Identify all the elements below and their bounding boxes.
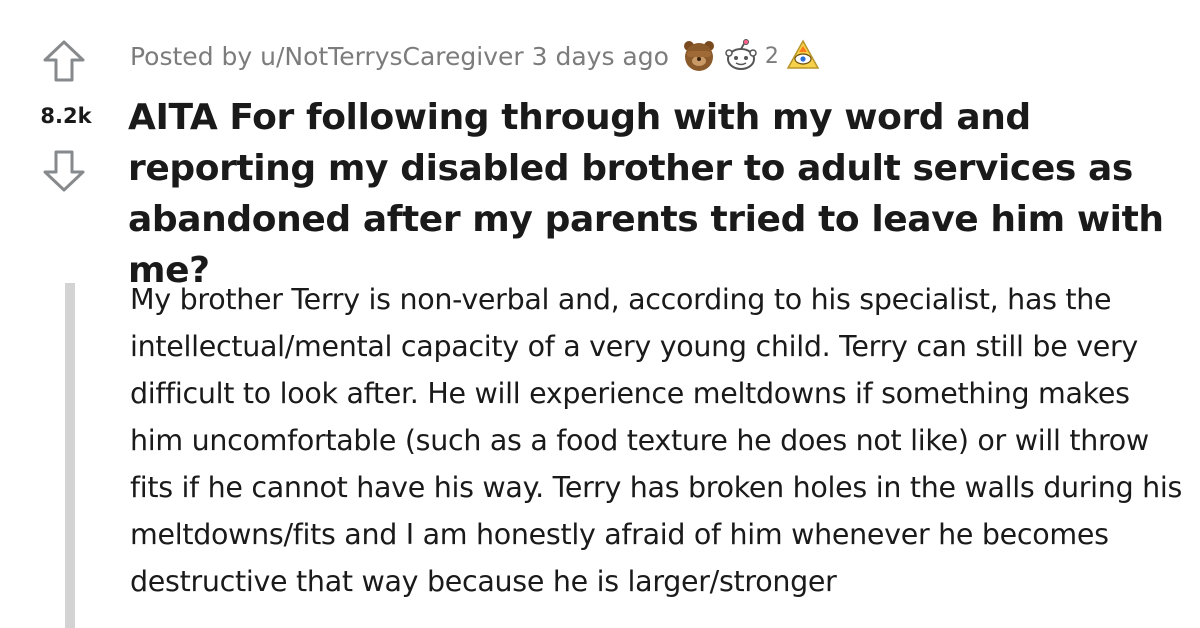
post-meta: Posted by u/NotTerrysCaregiver 3 days ag…	[130, 36, 827, 76]
posted-by-text[interactable]: Posted by u/NotTerrysCaregiver 3 days ag…	[130, 42, 669, 71]
blockquote-bar	[65, 283, 75, 628]
all-seeing-upvote-award-icon[interactable]	[785, 38, 821, 74]
awards-row[interactable]: 2	[681, 38, 827, 74]
post-title[interactable]: AITA For following through with my word …	[128, 92, 1188, 296]
upvote-arrow-icon[interactable]	[41, 38, 87, 84]
wholesome-award-icon[interactable]	[723, 38, 759, 74]
reddit-post: 8.2k Posted by u/NotTerrysCaregiver 3 da…	[0, 0, 1200, 628]
facepalm-bear-award-icon[interactable]	[681, 38, 717, 74]
downvote-arrow-icon[interactable]	[41, 148, 87, 194]
award-count: 2	[764, 43, 779, 69]
post-body: My brother Terry is non-verbal and, acco…	[130, 283, 1183, 598]
vote-count: 8.2k	[40, 104, 92, 128]
